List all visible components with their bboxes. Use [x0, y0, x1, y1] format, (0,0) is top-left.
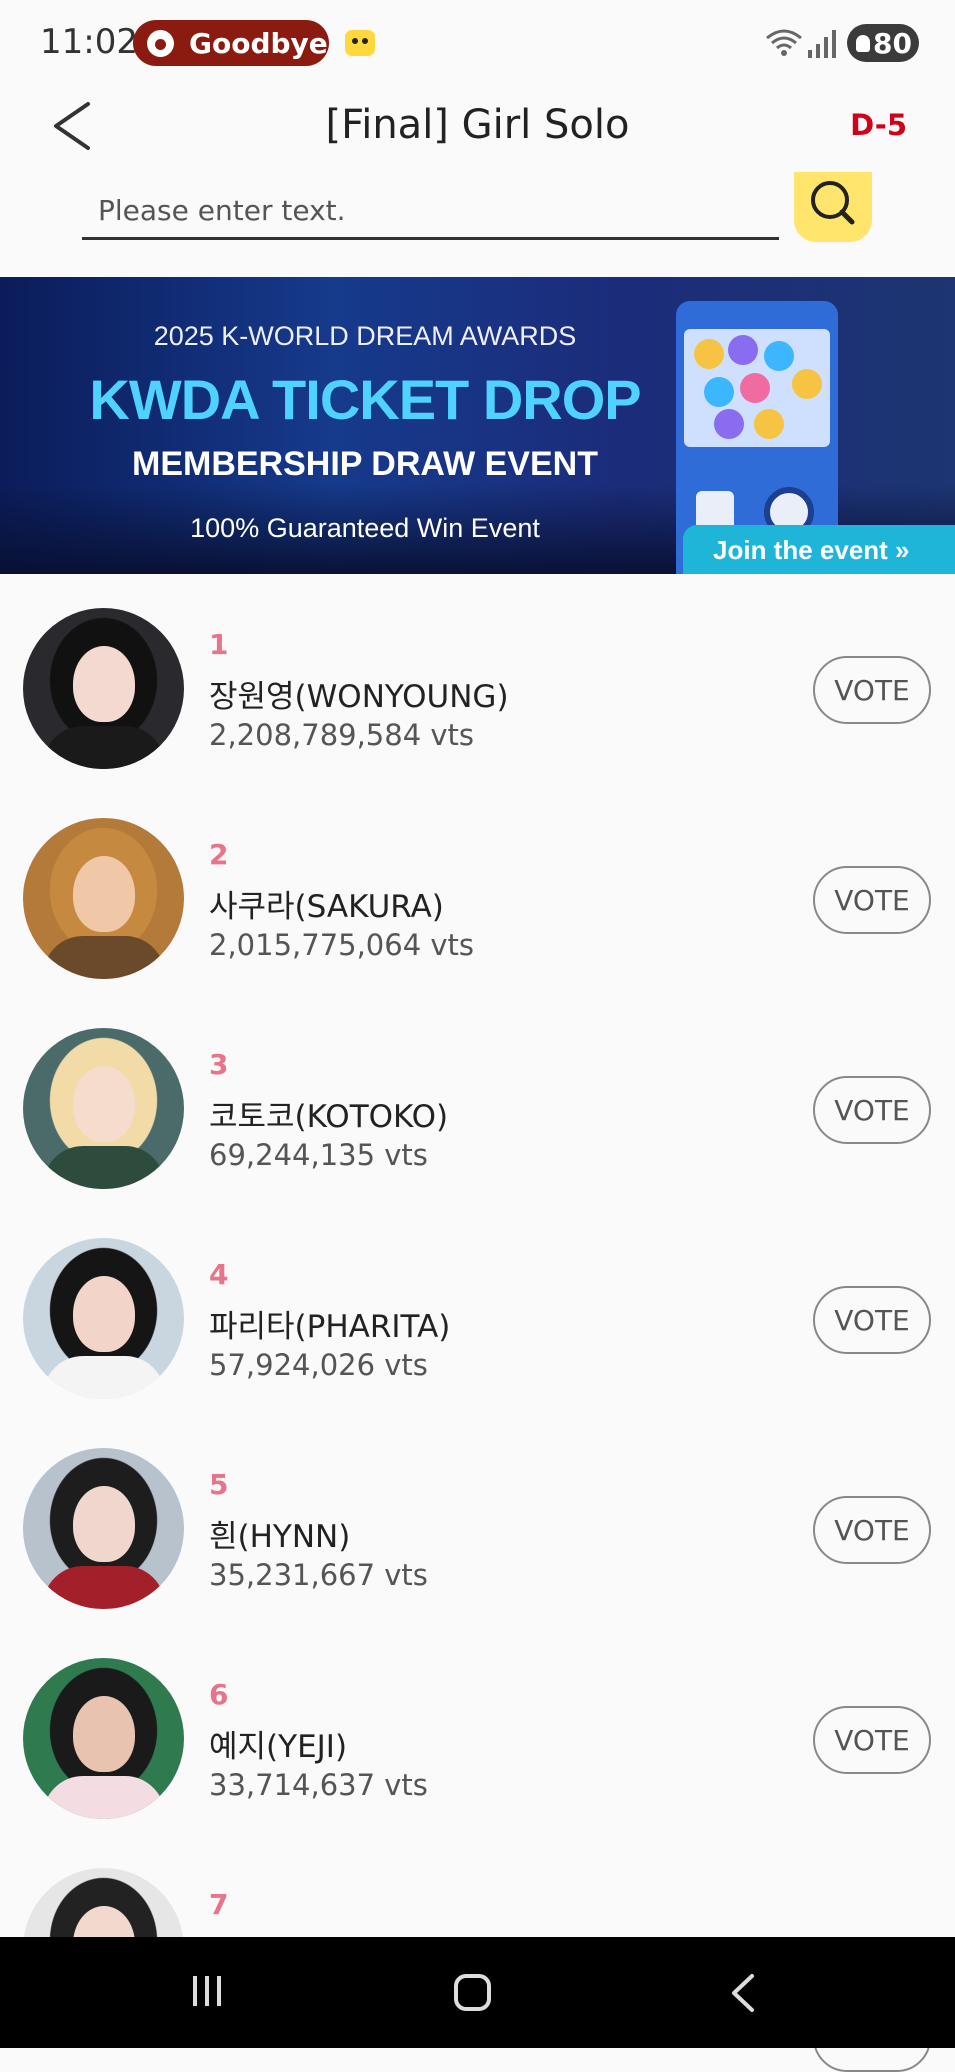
candidate-name: 파리타(PHARITA): [209, 1309, 451, 1345]
candidate-avatar: [23, 1448, 184, 1609]
search-input[interactable]: [82, 184, 779, 240]
candidate-avatar: [23, 1238, 184, 1399]
event-banner[interactable]: 2025 K-WORLD DREAM AWARDS KWDA TICKET DR…: [0, 277, 955, 574]
candidate-row[interactable]: 4 파리타(PHARITA) 57,924,026 vts VOTE: [0, 1204, 955, 1414]
candidate-avatar: [23, 1028, 184, 1189]
candidate-row[interactable]: 2 사쿠라(SAKURA) 2,015,775,064 vts VOTE: [0, 784, 955, 994]
search-button[interactable]: [794, 172, 872, 242]
recents-icon[interactable]: [190, 1974, 224, 2008]
banner-headline: KWDA TICKET DROP: [89, 368, 641, 431]
candidate-row[interactable]: 3 코토코(KOTOKO) 69,244,135 vts VOTE: [0, 994, 955, 1204]
candidate-rank: 5: [209, 1468, 229, 1501]
notification-pill[interactable]: Goodbye: [133, 20, 329, 66]
candidate-row[interactable]: 1 장원영(WONYOUNG) 2,208,789,584 vts VOTE: [0, 574, 955, 784]
candidate-vote-count: 2,208,789,584 vts: [209, 718, 475, 752]
candidate-rank: 2: [209, 838, 229, 871]
candidate-vote-count: 69,244,135 vts: [209, 1138, 428, 1172]
candidate-name: 사쿠라(SAKURA): [209, 889, 444, 925]
vote-button[interactable]: VOTE: [813, 1496, 931, 1564]
battery-indicator: 80: [847, 24, 919, 62]
vote-button[interactable]: VOTE: [813, 1076, 931, 1144]
battery-icon: [856, 35, 870, 52]
system-nav-bar: [0, 1937, 955, 2048]
status-time: 11:02: [40, 22, 138, 62]
banner-tagline: 100% Guaranteed Win Event: [190, 513, 540, 543]
candidate-rank: 3: [209, 1048, 229, 1081]
candidate-row[interactable]: 5 흰(HYNN) 35,231,667 vts VOTE: [0, 1414, 955, 1624]
search-icon: [811, 181, 855, 225]
candidate-name: 흰(HYNN): [209, 1519, 351, 1555]
dday-badge: D-5: [850, 108, 907, 142]
wifi-icon: [766, 29, 802, 56]
vote-button[interactable]: VOTE: [813, 866, 931, 934]
candidate-rank: 1: [209, 628, 229, 661]
notification-pill-label: Goodbye: [189, 27, 328, 60]
app-notification-icon: [345, 30, 375, 56]
banner-event-name: 2025 K-WORLD DREAM AWARDS: [153, 321, 577, 351]
candidate-row[interactable]: 6 예지(YEJI) 33,714,637 vts VOTE: [0, 1624, 955, 1834]
candidate-vote-count: 33,714,637 vts: [209, 1768, 428, 1802]
candidate-rank: 4: [209, 1258, 229, 1291]
banner-subheadline: MEMBERSHIP DRAW EVENT: [132, 445, 598, 483]
candidate-avatar: [23, 818, 184, 979]
signal-icon: [808, 28, 838, 58]
page-title: [Final] Girl Solo: [325, 102, 630, 148]
join-event-button[interactable]: Join the event »: [683, 525, 955, 574]
candidate-avatar: [23, 608, 184, 769]
vote-button[interactable]: VOTE: [813, 1706, 931, 1774]
vote-button[interactable]: VOTE: [813, 656, 931, 724]
candidate-vote-count: 57,924,026 vts: [209, 1348, 428, 1382]
vote-button[interactable]: VOTE: [813, 1286, 931, 1354]
candidate-rank: 6: [209, 1678, 229, 1711]
record-icon: [147, 30, 174, 57]
candidate-avatar: [23, 1658, 184, 1819]
candidate-vote-count: 2,015,775,064 vts: [209, 928, 475, 962]
candidate-name: 장원영(WONYOUNG): [209, 679, 509, 715]
battery-level: 80: [873, 27, 912, 60]
nav-back-icon[interactable]: [728, 1973, 758, 2013]
search-bar: [0, 172, 955, 272]
candidate-rank: 7: [209, 1888, 229, 1921]
header: [Final] Girl Solo D-5: [0, 84, 955, 172]
home-icon[interactable]: [454, 1974, 491, 2011]
candidate-name: 예지(YEJI): [209, 1729, 348, 1765]
candidate-name: 코토코(KOTOKO): [209, 1099, 449, 1135]
candidate-vote-count: 35,231,667 vts: [209, 1558, 428, 1592]
status-bar: 11:02 Goodbye 80: [0, 0, 955, 84]
